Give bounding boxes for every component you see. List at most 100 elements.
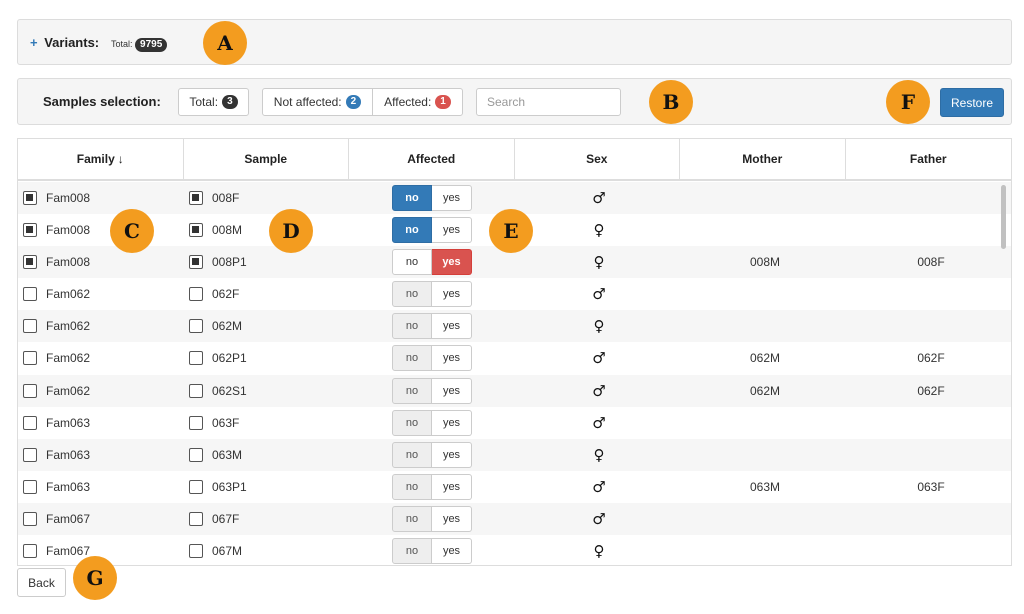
sample-checkbox[interactable] — [189, 319, 203, 334]
family-checkbox[interactable] — [23, 255, 37, 270]
sample-checkbox[interactable] — [189, 479, 203, 494]
affected-toggle[interactable]: no yes — [392, 217, 472, 244]
affected-no-button[interactable]: no — [392, 538, 432, 565]
affected-toggle[interactable]: no yes — [392, 409, 472, 436]
affected-toggle[interactable]: no yes — [392, 313, 472, 340]
affected-toggle[interactable]: no yes — [392, 185, 472, 211]
sample-checkbox[interactable] — [189, 287, 203, 302]
affected-no-button[interactable]: no — [392, 441, 432, 468]
mother-cell: 062M — [749, 351, 781, 366]
affected-toggle[interactable]: no yes — [392, 441, 472, 468]
sample-checkbox[interactable] — [189, 191, 203, 205]
mother-cell — [682, 278, 848, 310]
family-checkbox[interactable] — [23, 287, 37, 302]
sample-name: 067F — [212, 511, 240, 526]
header-father[interactable]: Father — [846, 139, 1012, 179]
affected-yes-button[interactable]: yes — [432, 377, 472, 404]
family-checkbox[interactable] — [23, 447, 37, 462]
father-cell — [848, 182, 1011, 214]
affected-no-button[interactable]: no — [392, 313, 432, 340]
female-icon: ♀ — [593, 542, 605, 561]
family-checkbox[interactable] — [23, 223, 37, 238]
header-affected[interactable]: Affected — [349, 139, 515, 179]
sample-checkbox[interactable] — [189, 351, 203, 366]
affected-yes-button[interactable]: yes — [432, 281, 472, 308]
affected-cell: no yes — [392, 310, 472, 342]
family-name: Fam062 — [46, 319, 91, 334]
table-scrollbar[interactable] — [1001, 185, 1006, 249]
affected-toggle[interactable]: no yes — [392, 473, 472, 500]
family-checkbox[interactable] — [23, 319, 37, 334]
affected-yes-button[interactable]: yes — [432, 538, 472, 565]
affected-toggle[interactable]: no yes — [392, 538, 472, 565]
header-sex[interactable]: Sex — [515, 139, 680, 179]
affected-no-button[interactable]: no — [392, 217, 432, 244]
affected-no-button[interactable]: no — [392, 185, 432, 211]
sample-checkbox[interactable] — [189, 255, 203, 270]
sort-down-icon[interactable]: ↓ — [118, 152, 124, 166]
affected-filter-button[interactable]: Affected: 1 — [372, 88, 463, 116]
affected-yes-button[interactable]: yes — [432, 409, 472, 436]
sample-cell: 062S1 — [189, 375, 247, 407]
female-icon: ♀ — [593, 445, 605, 464]
family-checkbox[interactable] — [23, 383, 37, 398]
affected-cell: no yes — [392, 535, 472, 565]
affected-yes-button[interactable]: yes — [432, 473, 472, 500]
affected-yes-button[interactable]: yes — [432, 217, 472, 244]
affected-toggle[interactable]: no yes — [392, 281, 472, 308]
sample-checkbox[interactable] — [189, 223, 203, 238]
sample-name: 063P1 — [212, 479, 247, 494]
affected-no-button[interactable]: no — [392, 249, 432, 276]
affected-yes-button[interactable]: yes — [432, 313, 472, 340]
sample-name: 062P1 — [212, 351, 247, 366]
affected-yes-button[interactable]: yes — [432, 345, 472, 372]
affected-toggle[interactable]: no yes — [392, 345, 472, 372]
affected-toggle[interactable]: no yes — [392, 249, 472, 276]
sample-checkbox[interactable] — [189, 511, 203, 526]
affected-yes-button[interactable]: yes — [432, 505, 472, 532]
sample-checkbox[interactable] — [189, 447, 203, 462]
sample-checkbox[interactable] — [189, 383, 203, 398]
father-cell — [848, 214, 1011, 246]
family-name: Fam063 — [46, 479, 91, 494]
sample-checkbox[interactable] — [189, 415, 203, 430]
search-input[interactable] — [476, 88, 621, 116]
sample-checkbox[interactable] — [189, 544, 203, 559]
affected-no-button[interactable]: no — [392, 473, 432, 500]
restore-button[interactable]: Restore — [940, 88, 1004, 117]
family-name: Fam062 — [46, 351, 91, 366]
family-checkbox[interactable] — [23, 351, 37, 366]
family-checkbox[interactable] — [23, 511, 37, 526]
sample-cell: 062F — [189, 278, 239, 310]
family-checkbox[interactable] — [23, 479, 37, 494]
family-cell: Fam063 — [23, 439, 90, 471]
variants-panel: + Variants: Total: 9795 — [17, 19, 1012, 65]
header-mother[interactable]: Mother — [680, 139, 846, 179]
family-checkbox[interactable] — [23, 544, 37, 559]
affected-yes-button[interactable]: yes — [432, 185, 472, 211]
affected-no-button[interactable]: no — [392, 409, 432, 436]
back-button[interactable]: Back — [17, 568, 66, 597]
family-checkbox[interactable] — [23, 415, 37, 430]
affected-toggle[interactable]: no yes — [392, 505, 472, 532]
affected-cell: no yes — [392, 439, 472, 471]
affected-no-button[interactable]: no — [392, 505, 432, 532]
affected-no-button[interactable]: no — [392, 377, 432, 404]
affected-yes-button[interactable]: yes — [432, 249, 472, 276]
affected-toggle[interactable]: no yes — [392, 377, 472, 404]
header-family[interactable]: Family ↓ — [18, 139, 184, 179]
not-affected-filter-button[interactable]: Not affected: 2 — [262, 88, 373, 116]
father-cell: 008F — [917, 255, 945, 270]
affected-no-button[interactable]: no — [392, 281, 432, 308]
expand-icon[interactable]: + — [30, 35, 38, 50]
variants-toggle[interactable]: + Variants: — [30, 35, 99, 50]
family-name: Fam008 — [46, 223, 91, 238]
total-filter-button[interactable]: Total: 3 — [178, 88, 249, 116]
affected-yes-button[interactable]: yes — [432, 441, 472, 468]
table-row: Fam063 063M no yes ♀ — [18, 438, 1011, 471]
marker-e: E — [489, 209, 533, 253]
header-sample[interactable]: Sample — [184, 139, 349, 179]
family-checkbox[interactable] — [23, 191, 37, 205]
marker-g: G — [73, 556, 117, 600]
affected-no-button[interactable]: no — [392, 345, 432, 372]
